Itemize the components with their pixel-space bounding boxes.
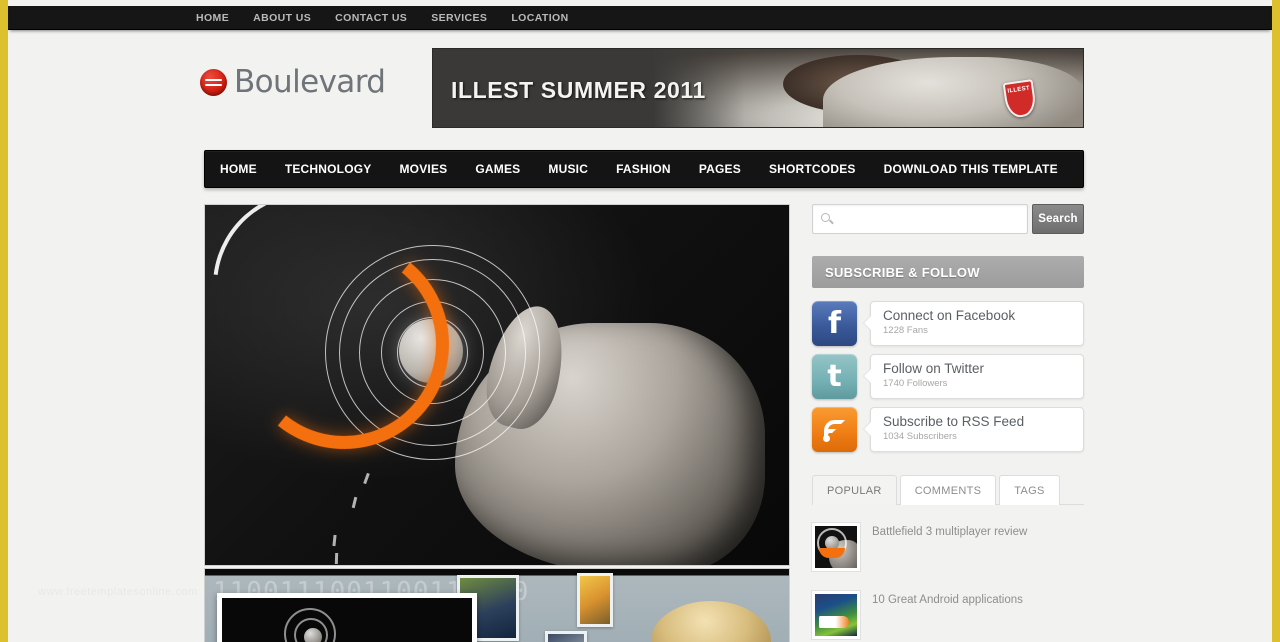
post-thumbnail xyxy=(812,523,860,571)
logo-circle-icon xyxy=(200,68,227,96)
logo-text: Boulevard xyxy=(234,64,386,100)
next-slide-preview[interactable]: 1100111001100110010 xyxy=(204,568,790,642)
twitter-glyph: t xyxy=(827,358,842,394)
rss-icon xyxy=(812,407,857,452)
facebook-bubble: Connect on Facebook 1228 Fans xyxy=(870,301,1084,346)
nav-item-fashion[interactable]: FASHION xyxy=(602,151,685,187)
main-navigation: HOME TECHNOLOGY MOVIES GAMES MUSIC FASHI… xyxy=(204,150,1084,188)
top-utility-bar: HOME ABOUT US CONTACT US SERVICES LOCATI… xyxy=(8,6,1272,30)
post-title: Battlefield 3 multiplayer review xyxy=(872,526,1028,538)
next-slide-person xyxy=(651,601,771,642)
sidebar-tabs: POPULAR COMMENTS TAGS xyxy=(812,474,1084,505)
social-item-rss[interactable]: Subscribe to RSS Feed 1034 Subscribers xyxy=(812,407,1084,452)
site-logo[interactable]: Boulevard xyxy=(200,64,386,100)
header-banner-ad[interactable]: ILLEST ILLEST SUMMER 2011 xyxy=(432,48,1084,128)
nav-item-music[interactable]: MUSIC xyxy=(534,151,602,187)
next-slide-inset-thumbnail xyxy=(217,593,477,642)
nav-item-shortcodes[interactable]: SHORTCODES xyxy=(755,151,870,187)
tab-comments[interactable]: COMMENTS xyxy=(899,475,997,505)
nav-item-movies[interactable]: MOVIES xyxy=(385,151,461,187)
popular-post-list: Battlefield 3 multiplayer review 10 Grea… xyxy=(812,517,1084,642)
rss-bubble: Subscribe to RSS Feed 1034 Subscribers xyxy=(870,407,1084,452)
social-item-facebook[interactable]: f Connect on Facebook 1228 Fans xyxy=(812,301,1084,346)
search-box[interactable] xyxy=(812,204,1028,234)
page-frame: HOME ABOUT US CONTACT US SERVICES LOCATI… xyxy=(8,0,1272,642)
twitter-title: Follow on Twitter xyxy=(883,361,985,376)
post-thumbnail xyxy=(812,591,860,639)
nav-item-games[interactable]: GAMES xyxy=(461,151,534,187)
nav-item-download-this-template[interactable]: DOWNLOAD THIS TEMPLATE xyxy=(870,151,1072,187)
social-item-twitter[interactable]: t Follow on Twitter 1740 Followers xyxy=(812,354,1084,399)
topbar-link-contact-us[interactable]: CONTACT US xyxy=(335,12,407,24)
next-slide-photo-2 xyxy=(577,573,613,627)
banner-shield-text: ILLEST xyxy=(1007,85,1031,95)
facebook-title: Connect on Facebook xyxy=(883,308,1016,323)
main-column: 1100111001100110010 xyxy=(204,204,790,642)
nav-item-technology[interactable]: TECHNOLOGY xyxy=(271,151,386,187)
facebook-glyph: f xyxy=(827,305,842,341)
list-item[interactable]: Battlefield 3 multiplayer review xyxy=(812,517,1084,585)
nav-item-pages[interactable]: PAGES xyxy=(685,151,755,187)
topbar-link-location[interactable]: LOCATION xyxy=(511,12,568,24)
search-button[interactable]: Search xyxy=(1032,204,1084,234)
featured-slider[interactable] xyxy=(204,204,790,566)
top-utility-nav: HOME ABOUT US CONTACT US SERVICES LOCATI… xyxy=(196,6,569,30)
tab-popular[interactable]: POPULAR xyxy=(812,475,897,505)
rss-count: 1034 Subscribers xyxy=(883,431,957,442)
page-watermark: www.freetemplatesonline.com xyxy=(38,586,198,598)
subscribe-widget-heading: SUBSCRIBE & FOLLOW xyxy=(812,256,1084,288)
list-item[interactable]: 10 Great Android applications xyxy=(812,585,1084,642)
topbar-link-about-us[interactable]: ABOUT US xyxy=(253,12,311,24)
topbar-link-services[interactable]: SERVICES xyxy=(431,12,487,24)
site-header: Boulevard ILLEST ILLEST SUMMER 2011 xyxy=(8,38,1272,144)
twitter-bubble: Follow on Twitter 1740 Followers xyxy=(870,354,1084,399)
tab-tags[interactable]: TAGS xyxy=(999,475,1060,505)
topbar-link-home[interactable]: HOME xyxy=(196,12,229,24)
search-icon xyxy=(821,213,830,222)
twitter-count: 1740 Followers xyxy=(883,378,948,389)
social-widget-list: f Connect on Facebook 1228 Fans t Follow… xyxy=(812,301,1084,452)
sidebar: Search SUBSCRIBE & FOLLOW f Connect on F… xyxy=(812,204,1084,642)
facebook-icon: f xyxy=(812,301,857,346)
post-title: 10 Great Android applications xyxy=(872,594,1023,606)
search-input[interactable] xyxy=(837,205,1021,233)
twitter-icon: t xyxy=(812,354,857,399)
next-slide-photo-3 xyxy=(545,631,587,642)
search-form: Search xyxy=(812,204,1084,234)
nav-item-home[interactable]: HOME xyxy=(205,151,271,187)
banner-title: ILLEST SUMMER 2011 xyxy=(451,77,706,103)
facebook-count: 1228 Fans xyxy=(883,325,928,336)
rss-title: Subscribe to RSS Feed xyxy=(883,414,1025,429)
